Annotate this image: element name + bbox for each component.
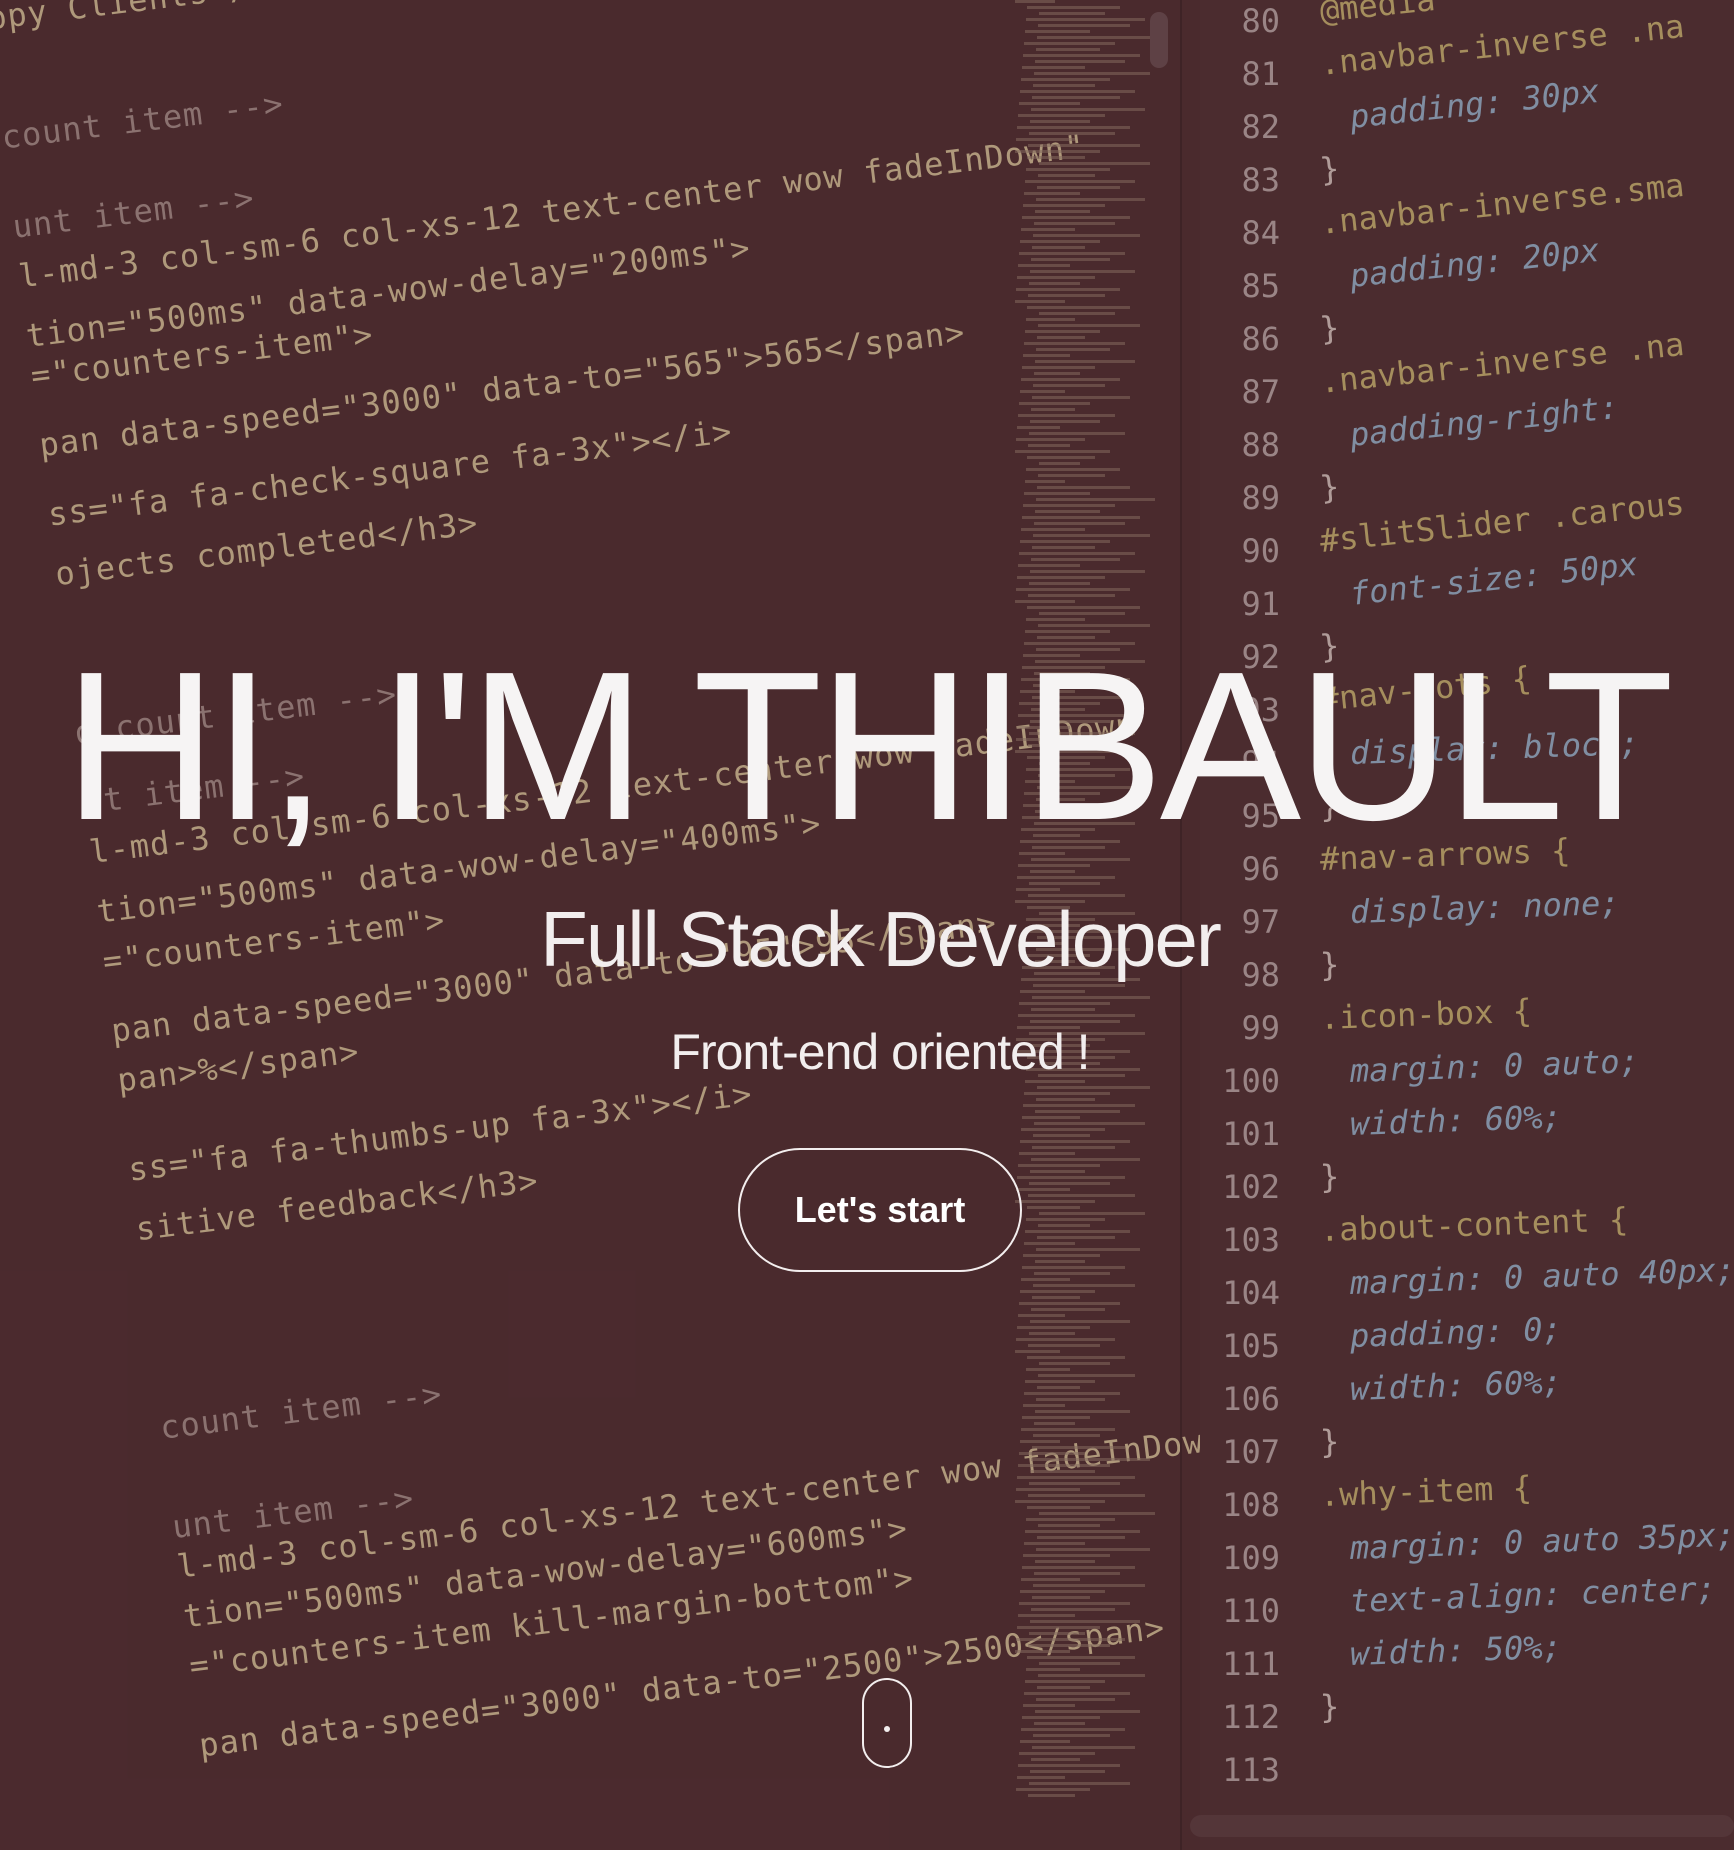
scroll-dot bbox=[884, 1726, 890, 1732]
mouse-scroll-icon[interactable] bbox=[862, 1678, 912, 1768]
hero-title: HI, I'M THIBAULT bbox=[64, 627, 1674, 864]
hero-subtitle: Full Stack Developer bbox=[540, 895, 1222, 983]
hero-tagline: Front-end oriented ! bbox=[670, 1024, 1090, 1080]
lets-start-button[interactable]: Let's start bbox=[738, 1148, 1022, 1272]
